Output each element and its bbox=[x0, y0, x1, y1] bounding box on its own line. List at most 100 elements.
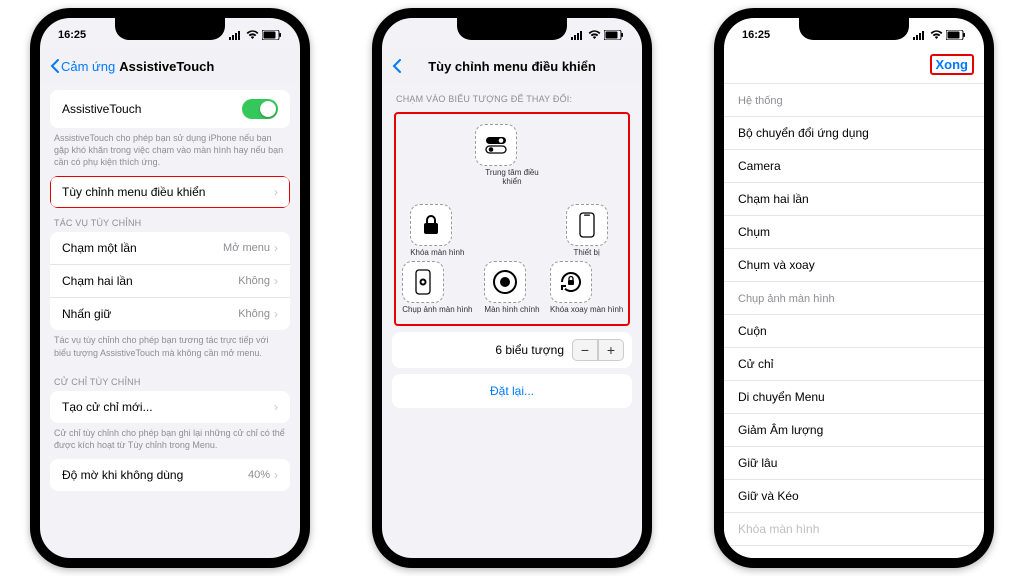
list-item[interactable]: Cuộn bbox=[724, 315, 984, 348]
rotation-lock-icon bbox=[558, 269, 584, 295]
chevron-right-icon: › bbox=[274, 241, 278, 255]
row-label: Chụm bbox=[738, 225, 770, 239]
row-label: Khóa Xoay màn hình bbox=[738, 557, 850, 559]
row-label: Giảm Âm lượng bbox=[738, 423, 823, 437]
status-time: 16:25 bbox=[742, 29, 770, 41]
chevron-right-icon: › bbox=[274, 274, 278, 288]
signal-icon bbox=[229, 30, 243, 40]
actions-footer: Tác vụ tùy chỉnh cho phép bạn tương tác … bbox=[40, 330, 300, 366]
menu-item-label: Thiết bị bbox=[574, 248, 600, 257]
row-value: Không bbox=[238, 308, 270, 320]
chevron-left-icon bbox=[50, 59, 59, 73]
list-item[interactable]: Bộ chuyển đổi ứng dụng bbox=[724, 117, 984, 150]
reset-button[interactable]: Đặt lại... bbox=[392, 374, 632, 408]
row-label: Chạm một lần bbox=[62, 241, 137, 255]
chevron-right-icon: › bbox=[274, 307, 278, 321]
row-label: Giữ lâu bbox=[738, 456, 777, 470]
menu-grid-highlighted: Trung tâm điều khiển Khóa màn hình Thiết… bbox=[394, 112, 630, 326]
gestures-footer: Cử chỉ tùy chỉnh cho phép bạn ghi lại nh… bbox=[40, 423, 300, 459]
status-time: 16:25 bbox=[58, 29, 86, 41]
lock-icon bbox=[422, 214, 440, 236]
back-button[interactable]: Cảm ứng bbox=[50, 59, 115, 74]
list-item[interactable]: Camera bbox=[724, 150, 984, 183]
row-label: Cử chỉ bbox=[738, 357, 773, 371]
row-label: Chạm hai lần bbox=[62, 274, 133, 288]
list-item[interactable]: Chụm bbox=[724, 216, 984, 249]
list-item-disabled: Khóa màn hình bbox=[724, 513, 984, 546]
menu-item-device[interactable]: Thiết bị bbox=[566, 204, 608, 257]
chevron-right-icon: › bbox=[274, 185, 278, 199]
wifi-icon bbox=[588, 30, 601, 40]
idle-opacity-row[interactable]: Độ mờ khi không dùng 40%› bbox=[50, 459, 290, 491]
icon-count-row: 6 biểu tượng − + bbox=[392, 332, 632, 368]
back-button[interactable] bbox=[392, 59, 401, 73]
signal-icon bbox=[913, 30, 927, 40]
custom-actions-header: TÁC VỤ TÙY CHỈNH bbox=[40, 208, 300, 232]
menu-item-label: Chụp ảnh màn hình bbox=[402, 305, 472, 314]
long-press-row[interactable]: Nhấn giữ Không › bbox=[50, 298, 290, 330]
device-icon bbox=[579, 212, 595, 238]
phone-customize-menu: Tùy chỉnh menu điều khiển CHẠM VÀO BIỂU … bbox=[372, 8, 652, 568]
double-tap-row[interactable]: Chạm hai lần Không › bbox=[50, 265, 290, 298]
status-icons bbox=[913, 30, 966, 40]
wifi-icon bbox=[246, 30, 259, 40]
status-icons bbox=[229, 30, 282, 40]
row-value: Không bbox=[238, 275, 270, 287]
status-icons bbox=[571, 30, 624, 40]
list-item-disabled-selected: Khóa Xoay màn hình ✓ bbox=[724, 546, 984, 558]
list-item[interactable]: Chụm và xoay bbox=[724, 249, 984, 282]
toggle-desc: AssistiveTouch cho phép bạn sử dụng iPho… bbox=[40, 128, 300, 176]
single-tap-row[interactable]: Chạm một lần Mở menu › bbox=[50, 232, 290, 265]
list-item[interactable]: Cử chỉ bbox=[724, 348, 984, 381]
menu-item-label: Trung tâm điều khiển bbox=[485, 168, 539, 186]
menu-item-label: Khóa màn hình bbox=[410, 248, 464, 257]
list-item[interactable]: Di chuyển Menu bbox=[724, 381, 984, 414]
row-label: Nhấn giữ bbox=[62, 307, 111, 321]
menu-item-rotation-lock[interactable]: Khóa xoay màn hình bbox=[550, 261, 623, 314]
row-label: Di chuyển Menu bbox=[738, 390, 825, 404]
chevron-right-icon: › bbox=[274, 400, 278, 414]
row-value: 40% bbox=[248, 469, 270, 481]
menu-item-label: Khóa xoay màn hình bbox=[550, 305, 623, 314]
toggle-switch-on[interactable] bbox=[242, 99, 278, 119]
list-item[interactable]: Chạm hai lần bbox=[724, 183, 984, 216]
row-value: Mở menu bbox=[223, 242, 270, 254]
signal-icon bbox=[571, 30, 585, 40]
customize-label: Tùy chỉnh menu điều khiển bbox=[62, 185, 205, 199]
toggle-label: AssistiveTouch bbox=[62, 102, 141, 116]
phone-assistivetouch-settings: 16:25 Cảm ứng AssistiveTouch AssistiveTo… bbox=[30, 8, 310, 568]
home-circle-icon bbox=[492, 269, 518, 295]
nav-bar: Tùy chỉnh menu điều khiển bbox=[382, 48, 642, 84]
list-item[interactable]: Giảm Âm lượng bbox=[724, 414, 984, 447]
customize-menu-row[interactable]: Tùy chỉnh menu điều khiển › bbox=[50, 176, 290, 208]
menu-item-control-center[interactable]: Trung tâm điều khiển bbox=[475, 124, 550, 186]
checkmark-icon: ✓ bbox=[958, 555, 970, 558]
gestures-header: CỬ CHỈ TÙY CHỈNH bbox=[40, 367, 300, 391]
picker-list[interactable]: Hệ thống Bộ chuyển đổi ứng dụng Camera C… bbox=[724, 84, 984, 558]
wifi-icon bbox=[930, 30, 943, 40]
row-label: Bộ chuyển đổi ứng dụng bbox=[738, 126, 869, 140]
nav-title: Tùy chỉnh menu điều khiển bbox=[382, 59, 642, 74]
menu-item-screenshot[interactable]: Chụp ảnh màn hình bbox=[402, 261, 472, 314]
row-label: Giữ và Kéo bbox=[738, 489, 799, 503]
notch bbox=[457, 18, 567, 40]
back-label: Cảm ứng bbox=[61, 59, 115, 74]
phone-action-picker: 16:25 Xong Hệ thống Bộ chuyển đổi ứng dụ… bbox=[714, 8, 994, 568]
stepper-plus-button[interactable]: + bbox=[598, 339, 624, 361]
list-item[interactable]: Giữ và Kéo bbox=[724, 480, 984, 513]
group-header-system: Hệ thống bbox=[724, 84, 984, 117]
battery-icon bbox=[262, 30, 282, 40]
menu-item-lock-screen[interactable]: Khóa màn hình bbox=[410, 204, 464, 257]
row-label: Chụm và xoay bbox=[738, 258, 815, 272]
done-button[interactable]: Xong bbox=[930, 54, 975, 75]
menu-item-label: Màn hình chính bbox=[484, 305, 539, 314]
battery-icon bbox=[604, 30, 624, 40]
menu-item-home[interactable]: Màn hình chính bbox=[484, 261, 539, 314]
list-item[interactable]: Giữ lâu bbox=[724, 447, 984, 480]
chevron-right-icon: › bbox=[274, 468, 278, 482]
new-gesture-row[interactable]: Tạo cử chỉ mới... › bbox=[50, 391, 290, 423]
screenshot-icon bbox=[415, 269, 431, 295]
stepper-minus-button[interactable]: − bbox=[572, 339, 598, 361]
assistivetouch-toggle-row[interactable]: AssistiveTouch bbox=[50, 90, 290, 128]
battery-icon bbox=[946, 30, 966, 40]
